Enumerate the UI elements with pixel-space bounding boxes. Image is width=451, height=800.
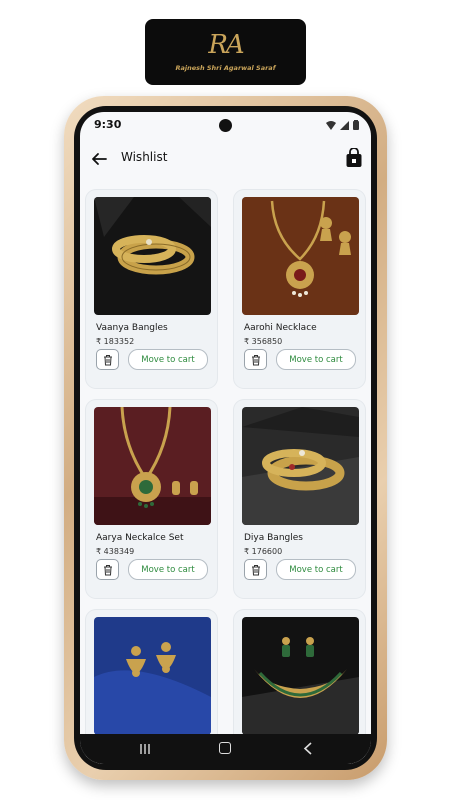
recents-icon[interactable] — [139, 743, 151, 755]
delete-button[interactable] — [244, 349, 267, 370]
wishlist-card: Diya Bangles ₹ 176600 Move to cart — [234, 400, 365, 598]
move-to-cart-button[interactable]: Move to cart — [276, 349, 356, 370]
trash-icon — [251, 354, 260, 365]
wishlist-card: Vaanya Bangles ₹ 183352 Move to cart — [86, 190, 217, 388]
product-price: ₹ 438349 — [96, 547, 135, 556]
battery-icon — [353, 120, 359, 130]
trash-icon — [103, 354, 112, 365]
product-name: Vaanya Bangles — [96, 323, 168, 333]
phone-screen: 9:30 Wishlist Vaanya Bangles ₹ 183352 Mo… — [80, 112, 371, 764]
delete-button[interactable] — [96, 349, 119, 370]
product-image[interactable] — [242, 197, 359, 315]
trash-icon — [103, 564, 112, 575]
product-price: ₹ 356850 — [244, 337, 283, 346]
product-name: Aarya Neckalce Set — [96, 533, 184, 543]
wishlist-card: Aarya Neckalce Set ₹ 438349 Move to cart — [86, 400, 217, 598]
system-back-icon[interactable] — [303, 742, 313, 755]
product-image[interactable] — [94, 617, 211, 735]
product-price: ₹ 183352 — [96, 337, 135, 346]
product-image[interactable] — [242, 407, 359, 525]
status-icons — [326, 120, 359, 130]
shopping-bag-icon[interactable] — [345, 148, 363, 168]
status-time: 9:30 — [94, 118, 122, 131]
page-title: Wishlist — [121, 150, 168, 164]
status-bar: 9:30 — [80, 112, 371, 140]
move-to-cart-button[interactable]: Move to cart — [128, 349, 208, 370]
move-to-cart-button[interactable]: Move to cart — [128, 559, 208, 580]
product-name: Aarohi Necklace — [244, 323, 317, 333]
trash-icon — [251, 564, 260, 575]
product-name: Diya Bangles — [244, 533, 303, 543]
home-icon[interactable] — [219, 742, 231, 754]
brand-logo-text: Rajnesh Shri Agarwal Saraf — [175, 64, 276, 72]
product-price: ₹ 176600 — [244, 547, 283, 556]
product-image[interactable] — [94, 407, 211, 525]
signal-icon — [340, 120, 349, 130]
wifi-icon — [326, 120, 336, 130]
app-header: Wishlist — [80, 142, 371, 178]
brand-logo: RA Rajnesh Shri Agarwal Saraf — [145, 19, 306, 85]
arrow-left-icon[interactable] — [90, 150, 108, 168]
brand-logo-mark: RA — [208, 30, 244, 60]
front-camera — [219, 119, 232, 132]
product-image[interactable] — [94, 197, 211, 315]
system-nav-bar — [80, 734, 371, 764]
product-image[interactable] — [242, 617, 359, 735]
delete-button[interactable] — [244, 559, 267, 580]
move-to-cart-button[interactable]: Move to cart — [276, 559, 356, 580]
delete-button[interactable] — [96, 559, 119, 580]
wishlist-card: Aarohi Necklace ₹ 356850 Move to cart — [234, 190, 365, 388]
